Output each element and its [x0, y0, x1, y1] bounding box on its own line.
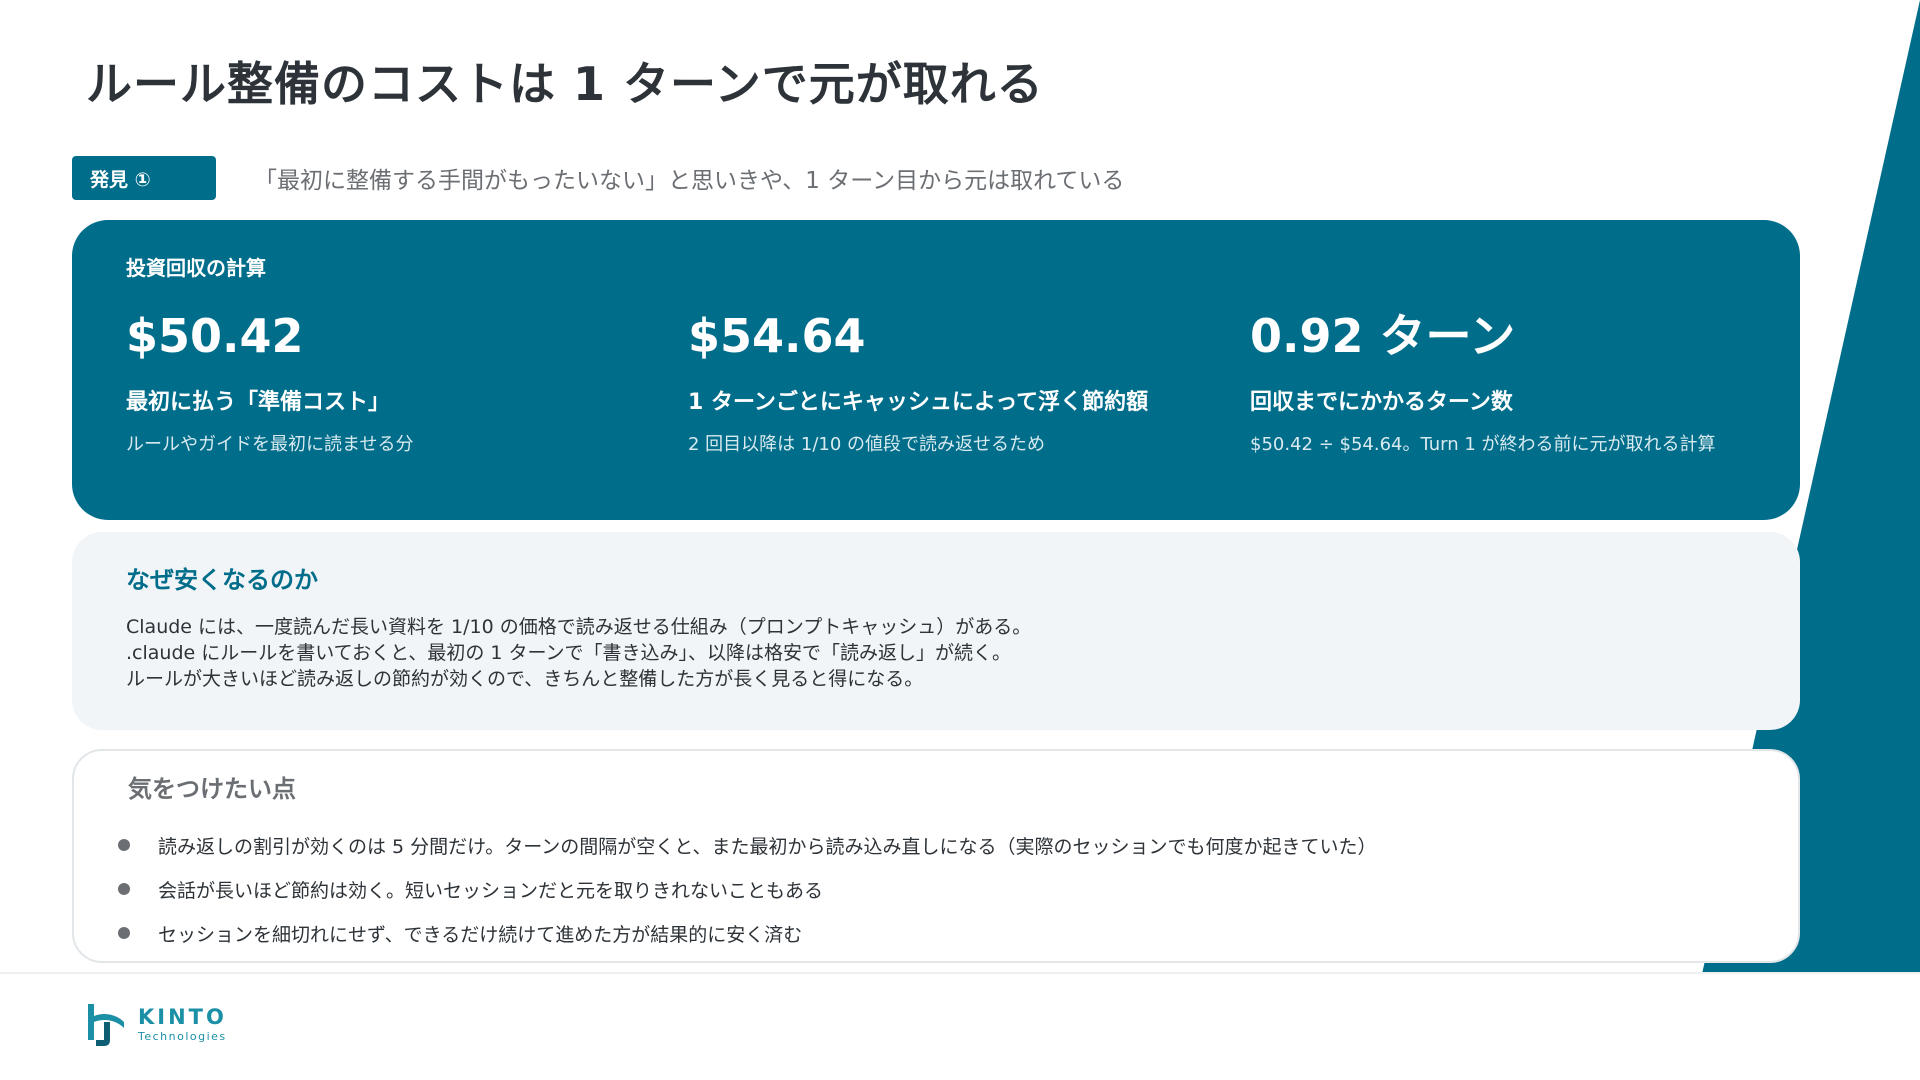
logo-name: KINTO [138, 1004, 227, 1029]
logo-text: KINTO Technologies [138, 1004, 227, 1043]
metric-desc: $50.42 ÷ $54.64。Turn 1 が終わる前に元が取れる計算 [1250, 434, 1716, 455]
finding-text: 「最初に整備する手間がもったいない」と思いきや、1 ターン目から元は取れている [254, 168, 1125, 194]
metric-desc: 2 回目以降は 1/10 の値段で読み返せるため [688, 434, 1046, 455]
caution-item-text: 会話が長いほど節約は効く。短いセッションだと元を取りきれないこともある [158, 879, 824, 902]
caution-item: セッションを細切れにせず、できるだけ続けて進めた方が結果的に安く済む [118, 911, 1377, 955]
caution-item-text: セッションを細切れにせず、できるだけ続けて進めた方が結果的に安く済む [158, 923, 803, 946]
why-line: .claude にルールを書いておくと、最初の 1 ターンで「書き込み」、以降は… [126, 642, 1012, 664]
company-logo: KINTO Technologies [82, 1000, 227, 1048]
finding-row: 発見 ① 「最初に整備する手間がもったいない」と思いきや、1 ターン目から元は取… [72, 156, 1124, 200]
metric-setup-cost: $50.42 最初に払う「準備コスト」 ルールやガイドを最初に読ませる分 [126, 308, 666, 456]
metric-value: 0.92 ターン [1250, 309, 1516, 363]
caution-title: 気をつけたい点 [128, 775, 296, 803]
kinto-logo-icon [88, 1004, 124, 1046]
caution-item: 読み返しの割引が効くのは 5 分間だけ。ターンの間隔が空くと、また最初から読み込… [118, 823, 1377, 867]
why-body: Claude には、一度読んだ長い資料を 1/10 の価格で読み返せる仕組み（プ… [126, 614, 1031, 692]
slide-title: ルール整備のコストは 1 ターンで元が取れる [86, 57, 1044, 111]
metric-value: $50.42 [126, 309, 304, 363]
why-card: なぜ安くなるのか Claude には、一度読んだ長い資料を 1/10 の価格で読… [72, 532, 1800, 730]
caution-card: 気をつけたい点 読み返しの割引が効くのは 5 分間だけ。ターンの間隔が空くと、ま… [72, 749, 1800, 963]
why-line: Claude には、一度読んだ長い資料を 1/10 の価格で読み返せる仕組み（プ… [126, 616, 1032, 638]
roi-title: 投資回収の計算 [126, 256, 266, 280]
metric-label: 1 ターンごとにキャッシュによって浮く節約額 [688, 390, 1149, 415]
metric-savings-per-turn: $54.64 1 ターンごとにキャッシュによって浮く節約額 2 回目以降は 1/… [688, 308, 1228, 456]
metric-desc: ルールやガイドを最初に読ませる分 [126, 434, 414, 455]
why-title: なぜ安くなるのか [126, 566, 318, 594]
metric-value: $54.64 [688, 309, 866, 363]
metric-label: 最初に払う「準備コスト」 [126, 390, 391, 415]
caution-item: 会話が長いほど節約は効く。短いセッションだと元を取りきれないこともある [118, 867, 1377, 911]
metric-payback-turns: 0.92 ターン 回収までにかかるターン数 $50.42 ÷ $54.64。Tu… [1250, 308, 1790, 456]
bullet-icon [118, 927, 130, 939]
caution-item-text: 読み返しの割引が効くのは 5 分間だけ。ターンの間隔が空くと、また最初から読み込… [158, 835, 1377, 858]
slide: ルール整備のコストは 1 ターンで元が取れる 発見 ① 「最初に整備する手間がも… [0, 0, 1920, 1080]
bullet-icon [118, 839, 130, 851]
roi-card: 投資回収の計算 $50.42 最初に払う「準備コスト」 ルールやガイドを最初に読… [72, 220, 1800, 520]
logo-sub: Technologies [138, 1029, 227, 1043]
metric-label: 回収までにかかるターン数 [1250, 390, 1513, 415]
finding-badge: 発見 ① [72, 156, 216, 200]
why-line: ルールが大きいほど読み返しの節約が効くので、きちんと整備した方が長く見ると得にな… [126, 668, 924, 690]
caution-list: 読み返しの割引が効くのは 5 分間だけ。ターンの間隔が空くと、また最初から読み込… [118, 823, 1377, 955]
bullet-icon [118, 883, 130, 895]
